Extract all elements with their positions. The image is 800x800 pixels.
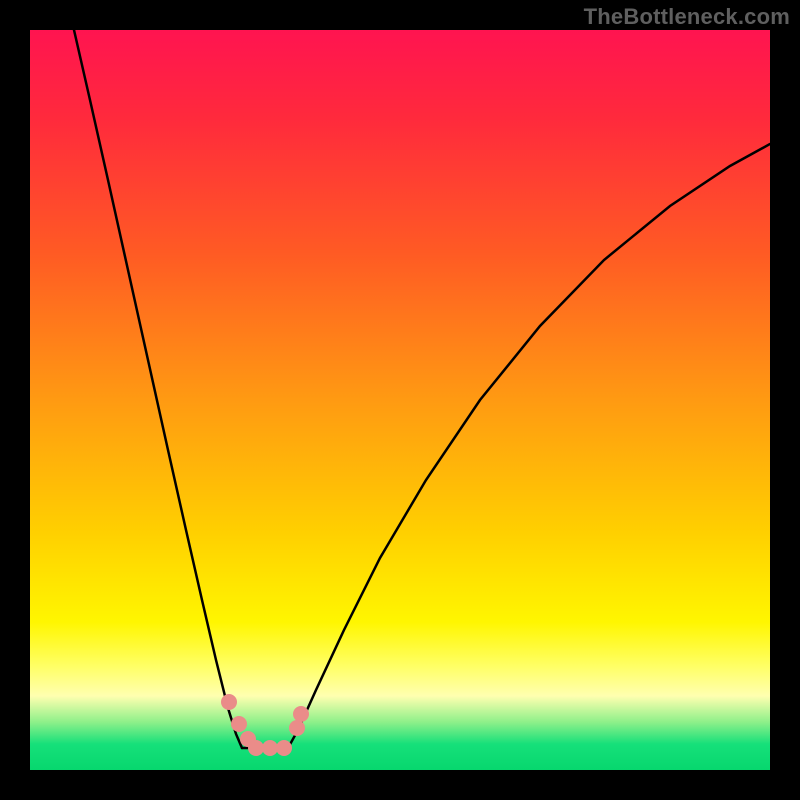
data-marker [293, 706, 309, 722]
curve-layer [30, 30, 770, 770]
chart-frame: TheBottleneck.com [0, 0, 800, 800]
series-left-curve [74, 30, 242, 748]
data-marker [221, 694, 237, 710]
watermark-text: TheBottleneck.com [584, 4, 790, 30]
plot-area [30, 30, 770, 770]
data-marker [276, 740, 292, 756]
data-marker [289, 720, 305, 736]
data-marker [231, 716, 247, 732]
data-marker [262, 740, 278, 756]
series-right-curve [288, 144, 770, 748]
data-marker [248, 740, 264, 756]
